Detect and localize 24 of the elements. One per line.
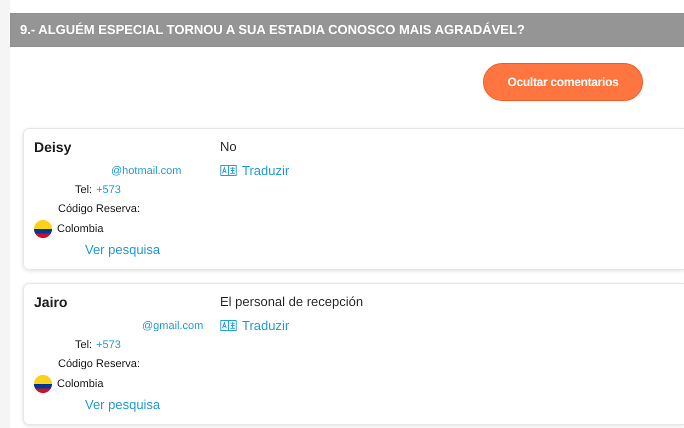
flag-icon [34, 220, 52, 238]
hide-comments-button[interactable]: Ocultar comentarios [483, 63, 643, 101]
guest-name: Jairo [34, 294, 68, 312]
question-header: 9.- ALGUÉM ESPECIAL TORNOU A SUA ESTADIA CONOSCO MAIS AGRADÁVEL? [10, 13, 684, 47]
tel-label: Tel: [75, 338, 92, 353]
guest-name: Deisy [34, 139, 72, 157]
answer-text: No [220, 139, 237, 156]
phone-number: +573 [96, 183, 121, 198]
translate-icon [220, 320, 237, 331]
flag-icon [34, 375, 52, 393]
view-survey-link[interactable]: Ver pesquisa [85, 397, 220, 412]
translate-link[interactable]: Traduzir [220, 163, 290, 178]
answer-text: El personal de recepción [220, 294, 364, 311]
view-survey-link[interactable]: Ver pesquisa [85, 242, 220, 257]
translate-icon [220, 165, 237, 176]
phone-number: +573 [96, 338, 121, 353]
country-name: Colombia [57, 223, 104, 235]
translate-link[interactable]: Traduzir [220, 318, 290, 333]
country-name: Colombia [57, 378, 104, 390]
tel-label: Tel: [75, 183, 92, 198]
booking-code-label: Código Reserva: [58, 202, 141, 217]
guest-email: @hotmail.com [111, 164, 182, 179]
booking-code-label: Código Reserva: [58, 357, 141, 372]
guest-email: @gmail.com [142, 319, 204, 334]
